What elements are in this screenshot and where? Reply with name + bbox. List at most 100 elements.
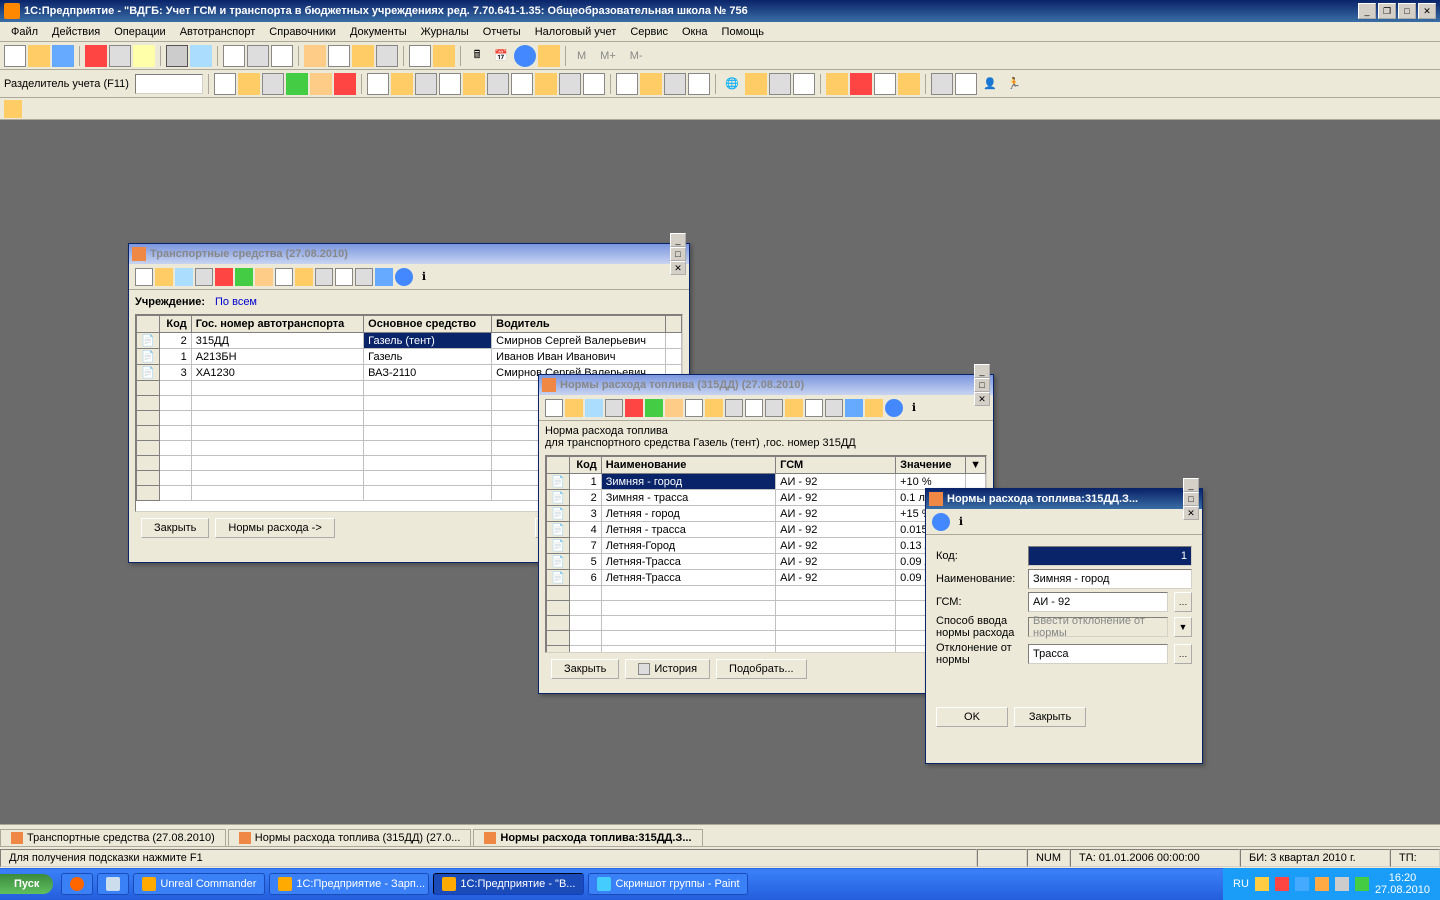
language-indicator[interactable]: RU <box>1233 878 1249 890</box>
tb-btn-i[interactable] <box>433 45 455 67</box>
run-icon[interactable]: 🏃 <box>1003 73 1025 95</box>
help-icon[interactable] <box>514 45 536 67</box>
tb-btn-f[interactable] <box>352 45 374 67</box>
col-gsm[interactable]: ГСМ <box>776 457 896 474</box>
tb-new-icon[interactable] <box>545 399 563 417</box>
mdi-tab-vehicles[interactable]: Транспортные средства (27.08.2010) <box>0 829 226 846</box>
tb2-j[interactable] <box>439 73 461 95</box>
tb-help-icon[interactable] <box>395 268 413 286</box>
window-vehicles-titlebar[interactable]: Транспортные средства (27.08.2010) _ □ ✕ <box>129 244 689 264</box>
taskbar-quicklaunch[interactable] <box>61 873 93 895</box>
person-icon[interactable]: 👤 <box>979 73 1001 95</box>
globe-icon[interactable]: 🌐 <box>721 73 743 95</box>
tb2-d[interactable] <box>286 73 308 95</box>
minimize-button[interactable]: _ <box>974 364 990 378</box>
tb-help-icon[interactable] <box>885 399 903 417</box>
field-otkl[interactable]: Трасса <box>1028 644 1168 664</box>
table-row[interactable]: 📄4Летняя - трассаАИ - 920.015 ... <box>547 522 986 538</box>
tb-f-icon[interactable] <box>375 268 393 286</box>
preview-icon[interactable] <box>190 45 212 67</box>
tb2-f[interactable] <box>334 73 356 95</box>
history-button[interactable]: История <box>625 659 710 679</box>
tb2-o[interactable] <box>559 73 581 95</box>
tb-delete-icon[interactable] <box>625 399 643 417</box>
table-row[interactable]: 📄2Зимняя - трассаАИ - 920.1 л... <box>547 490 986 506</box>
tb2-ab[interactable] <box>931 73 953 95</box>
close-button[interactable]: ✕ <box>1183 506 1199 520</box>
pick-button[interactable]: Подобрать... <box>716 659 807 679</box>
pick-otkl-button[interactable]: … <box>1174 644 1192 664</box>
table-row[interactable]: 📄1Зимняя - городАИ - 92+10 % <box>547 474 986 490</box>
close-button[interactable]: ✕ <box>1418 3 1436 19</box>
table-row[interactable]: 📄5Летняя-ТрассаАИ - 920.09 л... <box>547 554 986 570</box>
tb2-g[interactable] <box>367 73 389 95</box>
calendar-icon[interactable]: 📅 <box>490 45 512 67</box>
menu-windows[interactable]: Окна <box>675 24 715 40</box>
field-name[interactable]: Зимняя - город <box>1028 569 1192 589</box>
tb2-w[interactable] <box>793 73 815 95</box>
tb2-u[interactable] <box>745 73 767 95</box>
tb-filter-icon[interactable] <box>255 268 273 286</box>
new-icon[interactable] <box>4 45 26 67</box>
whatsthis-icon[interactable]: ℹ <box>952 513 970 531</box>
norms-grid[interactable]: Код Наименование ГСМ Значение ▼ 📄1Зимняя… <box>545 455 987 653</box>
col-os[interactable]: Основное средство <box>364 316 492 333</box>
norms-button[interactable]: Нормы расхода -> <box>215 518 334 538</box>
table-row[interactable]: 📄1 А213БНГазель Иванов Иван Иванович <box>137 349 682 365</box>
paste-icon[interactable] <box>133 45 155 67</box>
menu-tax[interactable]: Налоговый учет <box>528 24 624 40</box>
tb-e-icon[interactable] <box>355 268 373 286</box>
tb-btn-d[interactable] <box>304 45 326 67</box>
tb-edit-icon[interactable] <box>565 399 583 417</box>
menu-file[interactable]: Файл <box>4 24 45 40</box>
menu-service[interactable]: Сервис <box>623 24 675 40</box>
field-gsm[interactable]: АИ - 92 <box>1028 592 1168 612</box>
tb2-p[interactable] <box>583 73 605 95</box>
menu-actions[interactable]: Действия <box>45 24 107 40</box>
tb-copy-icon[interactable] <box>195 268 213 286</box>
menu-reports[interactable]: Отчеты <box>476 24 528 40</box>
tb2-b[interactable] <box>238 73 260 95</box>
taskbar-item[interactable]: 1С:Предприятие - "В... <box>433 873 584 895</box>
restore-button[interactable]: ❐ <box>1378 3 1396 19</box>
minimize-button[interactable]: _ <box>1183 478 1199 492</box>
menu-references[interactable]: Справочники <box>262 24 343 40</box>
taskbar-quicklaunch[interactable] <box>97 873 129 895</box>
tb-btn-c[interactable] <box>271 45 293 67</box>
tb-find-icon[interactable] <box>175 268 193 286</box>
tb-c-icon[interactable] <box>315 268 333 286</box>
maximize-button[interactable]: □ <box>1398 3 1416 19</box>
tb2-n[interactable] <box>535 73 557 95</box>
tb-c-icon[interactable] <box>725 399 743 417</box>
col-name[interactable]: Наименование <box>601 457 775 474</box>
tb-d-icon[interactable] <box>745 399 763 417</box>
menu-help[interactable]: Помощь <box>715 24 772 40</box>
tb2-y[interactable] <box>850 73 872 95</box>
tb-f-icon[interactable] <box>785 399 803 417</box>
tb-delete-icon[interactable] <box>215 268 233 286</box>
menu-journals[interactable]: Журналы <box>414 24 476 40</box>
tb3-a[interactable] <box>4 100 22 118</box>
tb2-m[interactable] <box>511 73 533 95</box>
tb2-e[interactable] <box>310 73 332 95</box>
menu-documents[interactable]: Документы <box>343 24 414 40</box>
taskbar-item[interactable]: 1С:Предприятие - Зарп... <box>269 873 429 895</box>
clock-date[interactable]: 27.08.2010 <box>1375 884 1430 896</box>
tb2-i[interactable] <box>415 73 437 95</box>
calc-icon[interactable]: 🖩 <box>466 45 488 67</box>
col-gosnomer[interactable]: Гос. номер автотранспорта <box>191 316 363 333</box>
m-plus-label[interactable]: М+ <box>594 50 622 62</box>
tray-icon[interactable] <box>1275 877 1289 891</box>
maximize-button[interactable]: □ <box>974 378 990 392</box>
tb-new-icon[interactable] <box>135 268 153 286</box>
m-minus-label[interactable]: М- <box>624 50 649 62</box>
close-button[interactable]: Закрыть <box>1014 707 1086 727</box>
tb-h-icon[interactable] <box>825 399 843 417</box>
ok-button[interactable]: OK <box>936 707 1008 727</box>
window-norm-edit-titlebar[interactable]: Нормы расхода топлива:315ДД.З... _ □ ✕ <box>926 489 1202 509</box>
tb2-t[interactable] <box>688 73 710 95</box>
razdelitel-field[interactable] <box>135 74 203 94</box>
tb-a-icon[interactable] <box>275 268 293 286</box>
pick-gsm-button[interactable]: … <box>1174 592 1192 612</box>
minimize-button[interactable]: _ <box>1358 3 1376 19</box>
